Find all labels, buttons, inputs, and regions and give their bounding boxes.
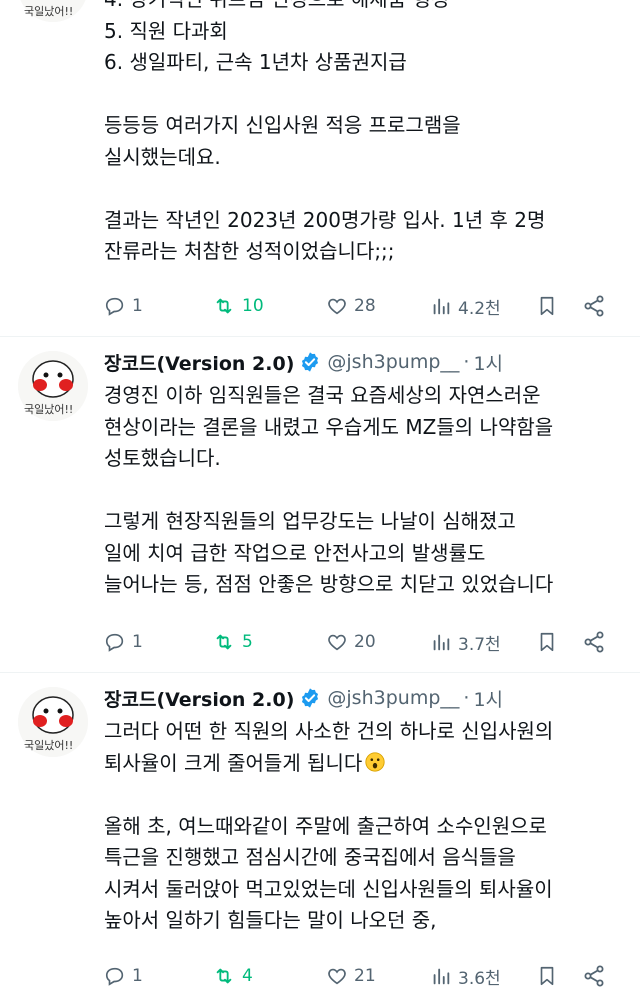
heart-icon bbox=[328, 634, 346, 651]
text-line: 현상이라는 결론을 내렸고 우습게도 MZ들의 나약함을 bbox=[104, 414, 554, 439]
share-icon bbox=[584, 295, 604, 317]
text-line: 결과는 작년인 2023년 200명가량 입사. 1년 후 2명 bbox=[104, 207, 546, 232]
text-line: 4. 장기적인 취르섬 인정으로 해제품 형정 bbox=[104, 0, 545, 16]
surprised-face-emoji-icon bbox=[365, 751, 385, 772]
retweet-count: 5 bbox=[242, 632, 253, 652]
like-button[interactable]: 21 bbox=[326, 961, 376, 991]
views-button[interactable]: 3.7천 bbox=[430, 627, 501, 657]
avatar-caption: 국일났어!! bbox=[24, 5, 74, 18]
verified-badge-icon bbox=[302, 688, 319, 708]
action-bar: 1 10 28 4.2천 bbox=[104, 291, 614, 321]
text-line: 등등등 여러가지 신입사원 적응 프로그램을 bbox=[104, 113, 461, 137]
share-button[interactable] bbox=[582, 961, 612, 991]
like-button[interactable]: 28 bbox=[326, 291, 376, 321]
like-button[interactable]: 20 bbox=[326, 627, 376, 657]
text-line: 시켜서 둘러앉아 먹고있었는데 신입사원들의 퇴사율이 bbox=[104, 876, 553, 901]
text-line: 그러다 어떤 한 직원의 사소한 건의 하나로 신입사원의 bbox=[104, 719, 554, 743]
tweet-header: 장코드(Version 2.0) @jsh3pump__ · 1시 bbox=[104, 347, 503, 377]
reply-icon bbox=[105, 297, 124, 316]
tweet-2[interactable]: 국일났어!! 장코드(Version 2.0) @jsh3pump__ · 1시… bbox=[0, 673, 640, 995]
verified-badge-icon bbox=[302, 352, 319, 372]
share-button[interactable] bbox=[582, 291, 612, 321]
text-line: 5. 직원 다과회 bbox=[104, 18, 228, 43]
user-handle[interactable]: @jsh3pump__ bbox=[327, 687, 459, 709]
text-line: 6. 생일파티, 근속 1년차 상품권지급 bbox=[104, 50, 407, 74]
views-button[interactable]: 4.2천 bbox=[430, 291, 501, 321]
tweet-text: 그러다 어떤 한 직원의 사소한 건의 하나로 신입사원의 퇴사율이 크게 줄어… bbox=[104, 716, 553, 937]
display-name[interactable]: 장코드(Version 2.0) bbox=[104, 349, 294, 376]
share-icon bbox=[584, 631, 604, 653]
action-bar: 1 4 21 3.6천 bbox=[104, 961, 614, 991]
text-line: 잔류라는 처참한 성적이었습니다;;; bbox=[104, 239, 395, 263]
views-button[interactable]: 3.6천 bbox=[430, 961, 501, 991]
share-icon bbox=[584, 965, 604, 987]
views-icon bbox=[433, 968, 450, 985]
views-count: 3.7천 bbox=[458, 634, 501, 655]
text-line: 그렇게 현장직원들의 업무강도는 나날이 심해졌고 bbox=[104, 509, 516, 533]
text-line: 일에 치여 급한 작업으로 안전사고의 발생률도 bbox=[104, 540, 486, 565]
retweet-icon bbox=[216, 634, 232, 650]
reply-icon bbox=[105, 967, 124, 986]
retweet-button[interactable]: 4 bbox=[212, 961, 253, 991]
bookmark-icon bbox=[540, 632, 554, 652]
reply-count: 1 bbox=[132, 966, 143, 986]
avatar-caption: 국일났어!! bbox=[24, 403, 74, 416]
like-count: 21 bbox=[354, 966, 376, 986]
text-line: 성토했습니다. bbox=[104, 446, 221, 470]
text-line-content: 퇴사율이 크게 줄어들게 됩니다 bbox=[104, 750, 363, 775]
bookmark-button[interactable] bbox=[536, 627, 564, 657]
heart-icon bbox=[328, 968, 346, 985]
text-line: 올해 초, 여느때와같이 주말에 출근하여 소수인원으로 bbox=[104, 813, 547, 838]
separator-dot: · bbox=[463, 351, 470, 373]
bookmark-icon bbox=[540, 966, 554, 986]
tweet-text: 4. 장기적인 취르섬 인정으로 해제품 형정 5. 직원 다과회 6. 생일파… bbox=[104, 0, 545, 268]
reply-count: 1 bbox=[132, 632, 143, 652]
reply-button[interactable]: 1 bbox=[104, 627, 143, 657]
heart-icon bbox=[328, 298, 346, 315]
views-icon bbox=[433, 298, 450, 315]
avatar-caption: 국일났어!! bbox=[24, 739, 74, 752]
share-button[interactable] bbox=[582, 627, 612, 657]
retweet-icon bbox=[216, 298, 232, 314]
reply-count: 1 bbox=[132, 296, 143, 316]
timestamp[interactable]: 1시 bbox=[473, 349, 503, 376]
text-line: 높아서 일하기 힘들다는 말이 나오던 중, bbox=[104, 908, 437, 932]
text-line: 경영진 이하 임직원들은 결국 요즘세상의 자연스러운 bbox=[104, 383, 541, 407]
reply-button[interactable]: 1 bbox=[104, 291, 143, 321]
action-bar: 1 5 20 3.7천 bbox=[104, 627, 614, 657]
text-line: 퇴사율이 크게 줄어들게 됩니다 bbox=[104, 748, 553, 780]
retweet-count: 10 bbox=[242, 296, 264, 316]
retweet-button[interactable]: 5 bbox=[212, 627, 253, 657]
views-count: 4.2천 bbox=[458, 298, 501, 319]
retweet-count: 4 bbox=[242, 966, 253, 986]
display-name[interactable]: 장코드(Version 2.0) bbox=[104, 685, 294, 712]
tweet-0[interactable]: 국일났어!! 4. 장기적인 취르섬 인정으로 해제품 형정 5. 직원 다과회… bbox=[0, 0, 640, 335]
text-line: 실시했는데요. bbox=[104, 144, 221, 169]
tweet-header: 장코드(Version 2.0) @jsh3pump__ · 1시 bbox=[104, 683, 503, 713]
timestamp[interactable]: 1시 bbox=[473, 685, 503, 712]
tweet-1[interactable]: 국일났어!! 장코드(Version 2.0) @jsh3pump__ · 1시… bbox=[0, 337, 640, 672]
views-icon bbox=[433, 634, 450, 651]
views-count: 3.6천 bbox=[458, 968, 501, 989]
tweet-text: 경영진 이하 임직원들은 결국 요즘세상의 자연스러운 현상이라는 결론을 내렸… bbox=[104, 380, 553, 601]
bookmark-button[interactable] bbox=[536, 291, 564, 321]
retweet-button[interactable]: 10 bbox=[212, 291, 264, 321]
like-count: 20 bbox=[354, 632, 376, 652]
reply-button[interactable]: 1 bbox=[104, 961, 143, 991]
bookmark-icon bbox=[540, 296, 554, 316]
like-count: 28 bbox=[354, 296, 376, 316]
user-handle[interactable]: @jsh3pump__ bbox=[327, 351, 459, 373]
text-line: 특근을 진행했고 점심시간에 중국집에서 음식들을 bbox=[104, 845, 516, 869]
separator-dot: · bbox=[463, 687, 470, 709]
reply-icon bbox=[105, 633, 124, 652]
text-line: 늘어나는 등, 점점 안좋은 방향으로 치닫고 있었습니다 bbox=[104, 572, 554, 596]
bookmark-button[interactable] bbox=[536, 961, 564, 991]
retweet-icon bbox=[216, 968, 232, 984]
